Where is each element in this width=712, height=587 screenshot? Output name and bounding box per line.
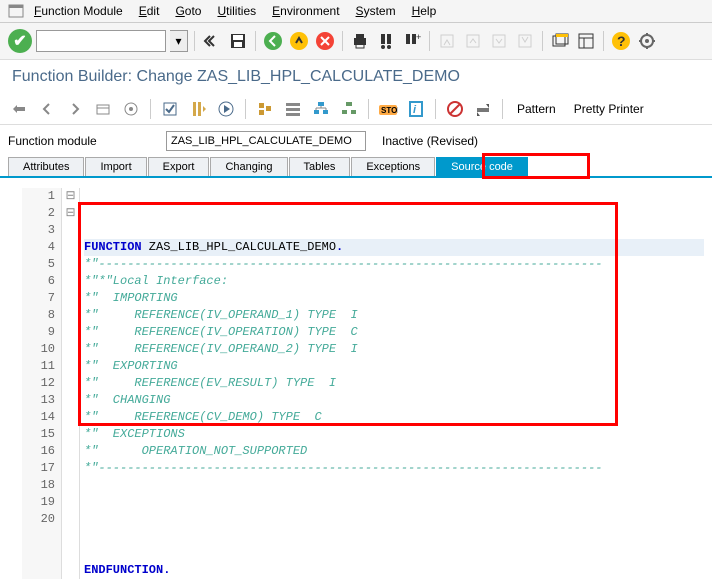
code-line[interactable]: *" REFERENCE(IV_OPERAND_1) TYPE I bbox=[84, 307, 704, 324]
code-line[interactable]: *" IMPORTING bbox=[84, 290, 704, 307]
code-line[interactable]: *" CHANGING bbox=[84, 392, 704, 409]
nav-back-icon[interactable] bbox=[36, 98, 58, 120]
line-gutter: 1234567891011121314151617181920 bbox=[22, 188, 62, 579]
code-line[interactable] bbox=[84, 494, 704, 511]
first-page-icon[interactable] bbox=[436, 30, 458, 52]
code-line[interactable]: *" OPERATION_NOT_SUPPORTED bbox=[84, 443, 704, 460]
function-module-field[interactable] bbox=[166, 131, 366, 151]
code-line[interactable]: *"--------------------------------------… bbox=[84, 256, 704, 273]
tools-icon[interactable] bbox=[472, 98, 494, 120]
back-icon[interactable] bbox=[201, 30, 223, 52]
code-line[interactable]: *" REFERENCE(IV_OPERAND_2) TYPE I bbox=[84, 341, 704, 358]
app-menu-icon[interactable] bbox=[8, 4, 24, 18]
code-line[interactable]: *" REFERENCE(CV_DEMO) TYPE C bbox=[84, 409, 704, 426]
fold-column[interactable]: ⊟⊟ bbox=[62, 188, 80, 579]
other-object-icon[interactable] bbox=[92, 98, 114, 120]
code-line[interactable]: ENDFUNCTION. bbox=[84, 562, 704, 579]
tab-export[interactable]: Export bbox=[148, 157, 210, 176]
command-dropdown[interactable]: ▾ bbox=[170, 30, 188, 52]
pattern-button[interactable]: Pattern bbox=[511, 98, 562, 120]
layout-icon[interactable] bbox=[575, 30, 597, 52]
tab-exceptions[interactable]: Exceptions bbox=[351, 157, 435, 176]
command-input[interactable] bbox=[36, 30, 166, 52]
prev-page-icon[interactable] bbox=[462, 30, 484, 52]
code-line[interactable]: *"--------------------------------------… bbox=[84, 460, 704, 477]
print-icon[interactable] bbox=[349, 30, 371, 52]
find-next-icon[interactable]: + bbox=[401, 30, 423, 52]
breakpoint-icon[interactable]: STOP bbox=[377, 98, 399, 120]
code-content[interactable]: FUNCTION ZAS_LIB_HPL_CALCULATE_DEMO.*"--… bbox=[80, 188, 704, 579]
tab-tables[interactable]: Tables bbox=[289, 157, 351, 176]
save-icon[interactable] bbox=[227, 30, 249, 52]
menubar: Function ModuleEditGotoUtilitiesEnvironm… bbox=[0, 0, 712, 23]
svg-text:STOP: STOP bbox=[381, 106, 398, 115]
find-icon[interactable] bbox=[375, 30, 397, 52]
help-icon[interactable]: ? bbox=[610, 30, 632, 52]
back-circle-icon[interactable] bbox=[262, 30, 284, 52]
where-used-icon[interactable] bbox=[254, 98, 276, 120]
menu-edit[interactable]: Edit bbox=[131, 2, 168, 20]
code-line[interactable] bbox=[84, 477, 704, 494]
tab-import[interactable]: Import bbox=[85, 157, 146, 176]
code-line[interactable]: *" EXCEPTIONS bbox=[84, 426, 704, 443]
code-line[interactable] bbox=[84, 511, 704, 528]
menu-utilities[interactable]: Utilities bbox=[209, 2, 264, 20]
menu-help[interactable]: Help bbox=[404, 2, 445, 20]
menu-goto[interactable]: Goto bbox=[167, 2, 209, 20]
do-not-icon[interactable] bbox=[444, 98, 466, 120]
enhance-icon[interactable] bbox=[120, 98, 142, 120]
main-toolbar: ✔ ▾ + ? bbox=[0, 23, 712, 60]
svg-text:+: + bbox=[416, 32, 421, 42]
code-line[interactable]: *" REFERENCE(IV_OPERATION) TYPE C bbox=[84, 324, 704, 341]
status-text: Inactive (Revised) bbox=[374, 134, 478, 148]
svg-text:i: i bbox=[413, 104, 417, 116]
code-line[interactable] bbox=[84, 528, 704, 545]
code-line[interactable]: *" REFERENCE(EV_RESULT) TYPE I bbox=[84, 375, 704, 392]
tab-changing[interactable]: Changing bbox=[210, 157, 287, 176]
docu-icon[interactable]: i bbox=[405, 98, 427, 120]
last-page-icon[interactable] bbox=[514, 30, 536, 52]
tree-icon[interactable] bbox=[310, 98, 332, 120]
tab-source-code[interactable]: Source code bbox=[436, 157, 528, 176]
menu-environment[interactable]: Environment bbox=[264, 2, 347, 20]
menu-system[interactable]: System bbox=[348, 2, 404, 20]
nav-fwd-icon[interactable] bbox=[64, 98, 86, 120]
toggle-display-icon[interactable] bbox=[8, 98, 30, 120]
code-line[interactable]: FUNCTION ZAS_LIB_HPL_CALCULATE_DEMO. bbox=[84, 239, 704, 256]
code-line[interactable] bbox=[84, 545, 704, 562]
check-icon[interactable] bbox=[159, 98, 181, 120]
secondary-toolbar: STOP i Pattern Pretty Printer bbox=[0, 94, 712, 125]
activate-icon[interactable] bbox=[187, 98, 209, 120]
ok-icon[interactable]: ✔ bbox=[8, 29, 32, 53]
function-module-label: Function module bbox=[8, 134, 158, 148]
page-title: Function Builder: Change ZAS_LIB_HPL_CAL… bbox=[0, 60, 712, 94]
hierarchy-icon[interactable] bbox=[338, 98, 360, 120]
tabs: AttributesImportExportChangingTablesExce… bbox=[0, 157, 712, 178]
cancel-circle-icon[interactable] bbox=[314, 30, 336, 52]
exit-circle-icon[interactable] bbox=[288, 30, 310, 52]
menu-function-module[interactable]: Function Module bbox=[26, 2, 131, 20]
function-module-row: Function module Inactive (Revised) bbox=[0, 125, 712, 157]
pretty-printer-button[interactable]: Pretty Printer bbox=[568, 98, 650, 120]
svg-text:?: ? bbox=[617, 33, 626, 49]
settings-icon[interactable] bbox=[636, 30, 658, 52]
code-line[interactable]: *" EXPORTING bbox=[84, 358, 704, 375]
code-editor[interactable]: 1234567891011121314151617181920 ⊟⊟ FUNCT… bbox=[0, 178, 712, 587]
tab-attributes[interactable]: Attributes bbox=[8, 157, 84, 176]
code-line[interactable]: *"*"Local Interface: bbox=[84, 273, 704, 290]
new-window-icon[interactable] bbox=[549, 30, 571, 52]
display-list-icon[interactable] bbox=[282, 98, 304, 120]
execute-icon[interactable] bbox=[215, 98, 237, 120]
next-page-icon[interactable] bbox=[488, 30, 510, 52]
